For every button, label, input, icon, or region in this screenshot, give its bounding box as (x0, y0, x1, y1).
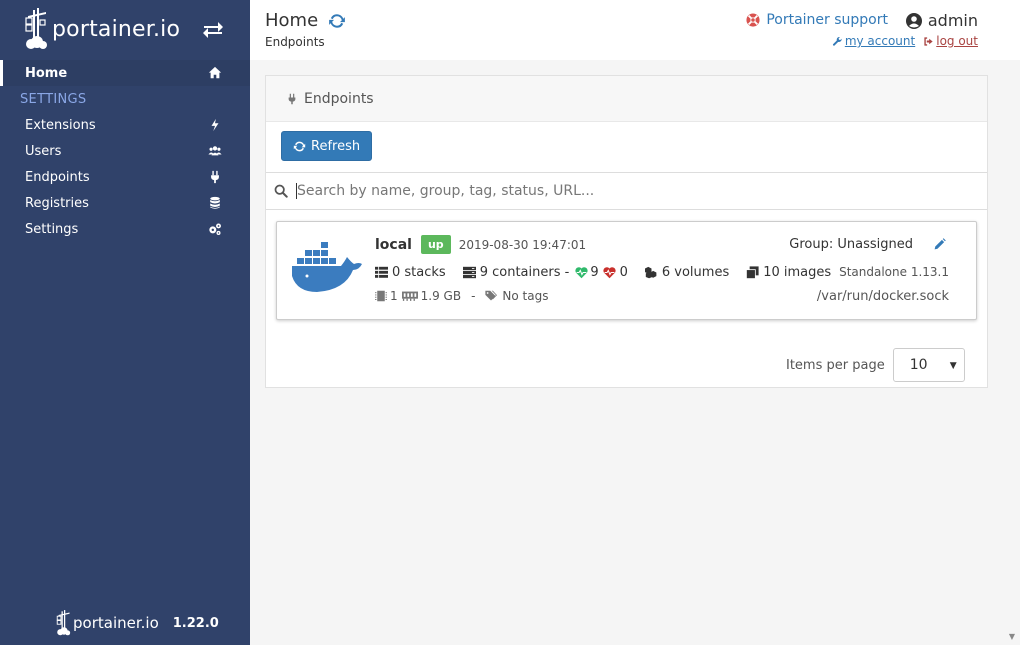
sidebar-nav: Home SETTINGS Extensions Users Endpoints… (0, 60, 250, 242)
search-icon (274, 184, 288, 198)
plug-icon (211, 170, 219, 184)
endpoint-card[interactable]: local up 2019-08-30 19:47:01 Group: Unas… (276, 221, 977, 320)
th-list-icon (375, 266, 388, 278)
bolt-icon (211, 118, 219, 132)
endpoint-name: local (375, 236, 412, 253)
refresh-label: Refresh (311, 138, 361, 154)
sidebar-item-settings[interactable]: Settings (0, 216, 250, 242)
status-badge: up (420, 235, 451, 254)
sidebar-item-label: Users (25, 143, 62, 159)
microchip-icon (375, 290, 387, 302)
pencil-icon[interactable] (933, 238, 946, 251)
footer-brand-name: portainer.io (73, 614, 159, 632)
endpoint-url: /var/run/docker.sock (816, 289, 949, 304)
page-title: Home (265, 10, 319, 31)
portainer-support-link[interactable]: Portainer support (746, 12, 888, 28)
items-per-page-select[interactable]: 10 ▼ (892, 348, 965, 382)
wrench-icon (832, 36, 842, 46)
tags-label: No tags (502, 289, 549, 303)
items-per-page-label: Items per page (786, 357, 885, 373)
log-out-link[interactable]: log out (923, 34, 978, 48)
page-title-wrap: Home (265, 10, 346, 31)
my-account-link[interactable]: my account (832, 34, 915, 48)
sidebar-item-label: Registries (25, 195, 89, 211)
page-header: Home Endpoints Portainer support admin m… (250, 0, 1020, 60)
endpoint-resources-row: 1 1.9 GB - No tags (375, 289, 548, 303)
clone-icon (746, 266, 759, 279)
user-circle-icon (905, 12, 922, 29)
tags-icon (485, 290, 498, 301)
memory-icon (401, 291, 418, 301)
panel-title: Endpoints (304, 90, 374, 107)
username: admin (927, 11, 978, 30)
search-bar (266, 172, 987, 210)
refresh-icon[interactable] (328, 12, 346, 30)
main-content: Endpoints Refresh local (250, 60, 1020, 645)
sidebar-item-label: Extensions (25, 117, 96, 133)
volumes-count: 6 volumes (661, 265, 730, 280)
docker-icon (292, 242, 362, 292)
healthy-count: 9 (590, 265, 599, 280)
account-links: my account log out (832, 34, 978, 48)
portainer-logo-small-icon (56, 610, 71, 636)
database-icon (210, 196, 220, 209)
pagination-control: Items per page 10 ▼ (786, 348, 965, 382)
cpu-count: 1 (390, 289, 398, 303)
support-icon (746, 13, 760, 27)
sign-out-icon (924, 36, 933, 46)
stacks-count: 0 stacks (392, 265, 446, 280)
unhealthy-count: 0 (619, 265, 628, 280)
endpoint-date: 2019-08-30 19:47:01 (458, 237, 587, 252)
sidebar-footer: portainer.io 1.22.0 (56, 610, 219, 636)
sidebar-section-settings: SETTINGS (20, 91, 87, 107)
sidebar-item-extensions[interactable]: Extensions (0, 112, 250, 138)
sidebar-item-home[interactable]: Home (0, 60, 250, 86)
server-icon (462, 266, 476, 279)
footer-version: 1.22.0 (172, 615, 219, 631)
endpoint-group: Group: Unassigned (789, 237, 946, 252)
plug-icon (288, 93, 296, 104)
cubes-icon (644, 266, 657, 279)
portainer-logo[interactable]: portainer.io (24, 6, 180, 52)
panel-header: Endpoints (266, 76, 987, 122)
heartbeat-icon (575, 267, 588, 279)
sidebar: portainer.io Home SETTINGS Extensions Us… (0, 0, 250, 645)
sidebar-item-label: Settings (25, 221, 79, 237)
endpoint-stats-row: 0 stacks 9 containers - 9 0 6 volumes 10… (375, 265, 831, 280)
endpoint-type: Standalone 1.13.1 (839, 265, 949, 279)
sidebar-toggle-icon[interactable] (202, 20, 224, 40)
scroll-down-icon[interactable]: ▼ (1009, 632, 1015, 641)
caret-down-icon: ▼ (949, 361, 957, 371)
sidebar-item-users[interactable]: Users (0, 138, 250, 164)
images-count: 10 images (763, 265, 832, 280)
search-input[interactable] (296, 183, 956, 199)
separator: - (471, 289, 476, 303)
memory-size: 1.9 GB (420, 289, 462, 303)
cogs-icon (209, 223, 221, 235)
home-icon (208, 66, 222, 79)
portainer-logo-icon (25, 8, 47, 49)
endpoint-title-row: local up 2019-08-30 19:47:01 (375, 235, 586, 254)
refresh-button[interactable]: Refresh (281, 131, 373, 161)
sidebar-item-registries[interactable]: Registries (0, 190, 250, 216)
support-label: Portainer support (766, 12, 888, 28)
refresh-icon (293, 141, 306, 151)
sidebar-item-label: Home (25, 65, 68, 81)
group-label: Group: Unassigned (789, 237, 913, 252)
my-account-label: my account (844, 34, 916, 48)
sidebar-item-endpoints[interactable]: Endpoints (0, 164, 250, 190)
items-per-page-value: 10 (909, 357, 928, 373)
containers-count: 9 containers - (479, 265, 570, 280)
breadcrumb: Endpoints (265, 35, 325, 49)
user-menu: admin (905, 11, 978, 30)
users-icon (208, 146, 222, 156)
log-out-label: log out (936, 34, 978, 48)
brand-name: portainer.io (52, 16, 181, 42)
endpoints-panel: Endpoints Refresh local (265, 75, 988, 388)
heartbeat-broken-icon (602, 267, 616, 279)
sidebar-item-label: Endpoints (25, 169, 90, 185)
panel-toolbar: Refresh (266, 122, 987, 172)
